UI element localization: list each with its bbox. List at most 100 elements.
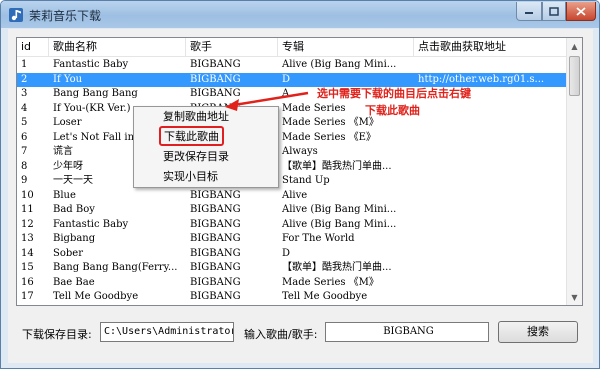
app-window: 茉莉音乐下载 id 歌曲名称 歌手 专辑 点击歌曲获取地址 1 Fantastic…	[0, 0, 600, 369]
cell-artist: BIGBANG	[190, 204, 241, 215]
cell-song-name: Bang Bang Bang(Ferry...	[53, 262, 178, 273]
cell-album: For The World	[282, 233, 355, 244]
table-row[interactable]: 15 Bang Bang Bang(Ferry... BIGBANG 【歌单】酷我热门…	[17, 261, 568, 276]
table-row[interactable]: 4If You-(KR Ver.)BIGBANGMade Series	[17, 102, 568, 117]
table-row[interactable]: 8少年呀BIGBANG【歌单】酷我热门单曲...	[17, 160, 568, 175]
cell-id: 1	[21, 59, 28, 70]
cell-song-name: Fantastic Baby	[53, 218, 129, 230]
search-button[interactable]: 搜索	[498, 321, 578, 343]
scroll-down-icon[interactable]: ▼	[567, 289, 582, 305]
cell-album: Alive (Big Bang Mini...	[282, 59, 397, 70]
maximize-button[interactable]	[542, 2, 566, 21]
annotation-line-2: 下载此歌曲	[365, 104, 420, 117]
client-area: id 歌曲名称 歌手 专辑 点击歌曲获取地址 1 Fantastic Baby BI…	[8, 29, 593, 363]
cell-song-name: Bae Bae	[53, 276, 95, 288]
table-row[interactable]: 6Let's Not Fall in LoveBIGBANGMade Serie…	[17, 131, 568, 146]
table-row[interactable]: 14 Sober BIGBANG D	[17, 247, 568, 262]
cell-artist: BIGBANG	[190, 262, 241, 273]
cell-song-name: Tell Me Goodbye	[53, 291, 139, 302]
cell-song-name: Blue	[53, 189, 76, 201]
minimize-icon	[525, 12, 533, 14]
cell-artist: BIGBANG	[190, 88, 241, 99]
table-row[interactable]: 1 Fantastic Baby BIGBANG Alive (Big Bang Mi…	[17, 58, 568, 73]
cell-url	[414, 232, 568, 247]
table-row[interactable]: 5LoserBIGBANGMade Series 《M》	[17, 116, 568, 131]
save-dir-field[interactable]: C:\Users\Administrator\D	[100, 322, 234, 342]
table-row[interactable]: 12 Fantastic Baby BIGBANG Alive (Big Bang M…	[17, 218, 568, 233]
cell-id: 9	[21, 175, 28, 186]
header-get-url[interactable]: 点击歌曲获取地址	[414, 38, 568, 57]
table-row[interactable]: 16 Bae Bae BIGBANG Made Series 《M》	[17, 276, 568, 291]
cell-url	[414, 189, 568, 204]
close-button[interactable]	[566, 2, 596, 21]
scroll-up-icon[interactable]: ▲	[567, 38, 582, 54]
cell-album: D	[282, 247, 291, 259]
table-row[interactable]: 7谎言BIGBANGAlways	[17, 145, 568, 160]
annotation-line-1: 选中需要下载的曲目后点击右键	[317, 87, 471, 100]
app-icon	[9, 8, 23, 22]
cell-song-name: Bigbang	[53, 233, 96, 244]
cell-id: 7	[21, 146, 28, 157]
menu-item-change-save-dir[interactable]: 更改保存目录	[163, 147, 229, 167]
cell-song-name: Bad Boy	[53, 204, 95, 215]
cell-url	[414, 116, 568, 131]
menu-item-download-song[interactable]: 下载此歌曲	[159, 126, 224, 146]
cell-url	[414, 174, 568, 189]
cell-artist: BIGBANG	[190, 233, 241, 244]
cell-album: Alive	[282, 189, 308, 201]
title-bar[interactable]: 茉莉音乐下载	[1, 1, 599, 28]
table-row[interactable]: 11 Bad Boy BIGBANG Alive (Big Bang Mini...	[17, 203, 568, 218]
context-menu: 复制歌曲地址 下载此歌曲 更改保存目录 实现小目标	[133, 106, 279, 188]
cell-album: Always	[282, 146, 318, 157]
cell-album: 【歌单】酷我热门单曲...	[282, 160, 392, 172]
cell-artist: BIGBANG	[190, 247, 241, 259]
cell-id: 5	[21, 117, 28, 128]
table-row[interactable]: 9一天一天BIGBANGStand Up	[17, 174, 568, 189]
save-dir-label: 下载保存目录:	[22, 328, 92, 341]
cell-song-name: Sober	[53, 247, 83, 259]
menu-item-achieve-goal[interactable]: 实现小目标	[163, 167, 218, 187]
vertical-scrollbar[interactable]: ▲ ▼	[566, 38, 582, 305]
cell-url	[414, 276, 568, 291]
cell-id: 13	[21, 233, 34, 244]
cell-album: Alive (Big Bang Mini...	[282, 204, 397, 215]
cell-artist: BIGBANG	[190, 73, 241, 85]
minimize-button[interactable]	[516, 2, 542, 21]
header-id[interactable]: id	[17, 38, 49, 57]
cell-id: 11	[21, 204, 34, 215]
cell-url	[414, 131, 568, 146]
cell-album: Made Series 《M》	[282, 117, 379, 128]
table-row[interactable]: 10 Blue BIGBANG Alive	[17, 189, 568, 204]
cell-id: 12	[21, 218, 34, 230]
cell-album: Tell Me Goodbye	[282, 291, 368, 302]
cell-url	[414, 203, 568, 218]
search-input[interactable]: BIGBANG	[325, 322, 489, 342]
header-artist[interactable]: 歌手	[186, 38, 278, 57]
cell-id: 2	[21, 73, 28, 85]
maximize-icon	[549, 6, 559, 16]
cell-song-name: Bang Bang Bang	[53, 88, 138, 99]
scroll-thumb[interactable]	[569, 56, 580, 96]
cell-artist: BIGBANG	[190, 276, 241, 288]
cell-id: 3	[21, 88, 28, 99]
cell-artist: BIGBANG	[190, 59, 241, 70]
table-row[interactable]: 2 If You BIGBANG Dhttp://other.web.rg01.s..…	[17, 72, 568, 87]
cell-url	[414, 290, 568, 305]
table-row[interactable]: 3 Bang Bang Bang BIGBANG A	[17, 87, 568, 102]
cell-album: 【歌单】酷我热门单曲...	[282, 262, 392, 273]
cell-id: 6	[21, 131, 28, 143]
cell-artist: BIGBANG	[190, 291, 241, 302]
menu-item-copy-url[interactable]: 复制歌曲地址	[163, 107, 229, 127]
cell-song-name: Fantastic Baby	[53, 59, 129, 70]
cell-artist: BIGBANG	[190, 189, 241, 201]
table-row[interactable]: 17 Tell Me Goodbye BIGBANG Tell Me Goodbye	[17, 290, 568, 305]
header-song-name[interactable]: 歌曲名称	[49, 38, 186, 57]
cell-url	[414, 145, 568, 160]
cell-id: 4	[21, 102, 28, 114]
window-title: 茉莉音乐下载	[29, 9, 102, 23]
cell-id: 10	[21, 189, 34, 201]
song-list[interactable]: id 歌曲名称 歌手 专辑 点击歌曲获取地址 1 Fantastic Baby BI…	[16, 37, 583, 306]
cell-id: 8	[21, 160, 28, 172]
table-row[interactable]: 13 Bigbang BIGBANG For The World	[17, 232, 568, 247]
header-album[interactable]: 专辑	[278, 38, 414, 57]
